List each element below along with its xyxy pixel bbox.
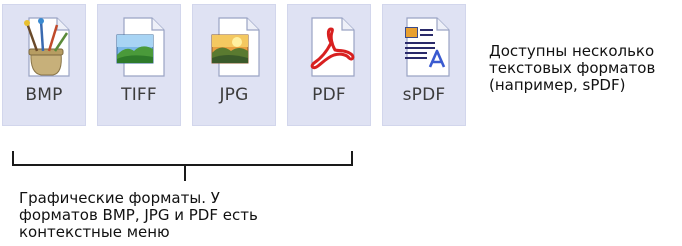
image-formats-note-line: Графические форматы. У xyxy=(19,189,220,207)
pdf-file-icon xyxy=(310,17,355,77)
image-formats-note: Графические форматы. У форматов BMP, JPG… xyxy=(19,190,258,241)
spdf-format-label: sPDF xyxy=(402,85,446,105)
bmp-format-button[interactable]: BMP xyxy=(2,4,86,126)
bracket-right-tick xyxy=(351,151,353,165)
tiff-format-label: TIFF xyxy=(121,85,157,105)
bracket-pointer xyxy=(184,165,186,181)
pdf-format-label: PDF xyxy=(312,85,346,105)
bracket-bar xyxy=(12,164,353,166)
spdf-format-button[interactable]: sPDF xyxy=(382,4,466,126)
jpg-format-button[interactable]: JPG xyxy=(192,4,276,126)
text-formats-note: Доступны несколько текстовых форматов (н… xyxy=(489,43,655,94)
text-formats-note-line: (например, sPDF) xyxy=(489,76,626,94)
image-formats-note-line: контекстные меню xyxy=(19,223,170,241)
pdf-format-button[interactable]: PDF xyxy=(287,4,371,126)
bracket-left-tick xyxy=(12,151,14,165)
text-formats-note-line: текстовых форматов xyxy=(489,59,656,77)
jpg-file-icon xyxy=(211,17,260,77)
spdf-file-icon xyxy=(405,17,450,77)
bmp-file-icon xyxy=(24,17,70,77)
file-format-buttons: BMP TIFF JPG PDF sPDF xyxy=(0,0,475,130)
text-formats-note-line: Доступны несколько xyxy=(489,42,655,60)
bmp-format-label: BMP xyxy=(25,85,63,105)
tiff-file-icon xyxy=(116,17,165,77)
jpg-format-label: JPG xyxy=(219,85,249,105)
image-formats-note-line: форматов BMP, JPG и PDF есть xyxy=(19,206,258,224)
tiff-format-button[interactable]: TIFF xyxy=(97,4,181,126)
